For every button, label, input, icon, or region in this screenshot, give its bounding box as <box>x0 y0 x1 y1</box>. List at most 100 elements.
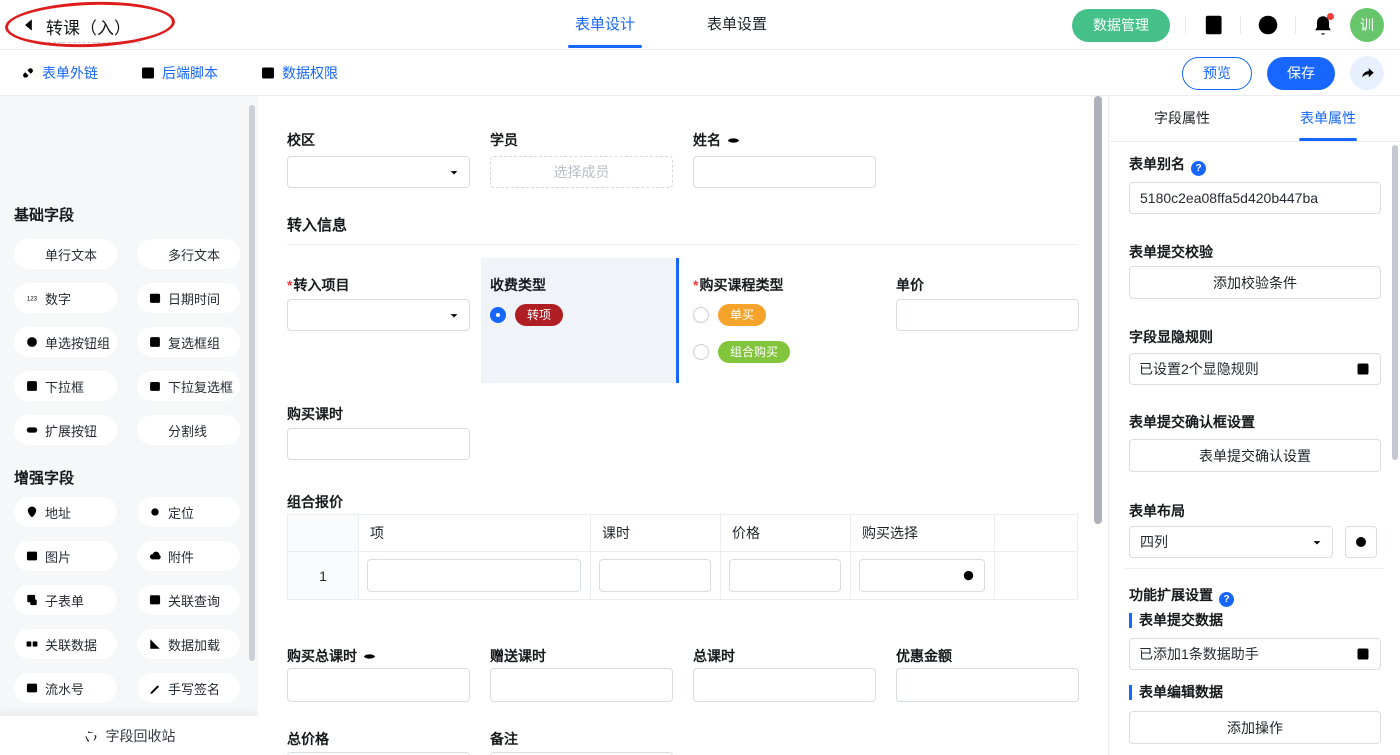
multi-select-icon <box>148 379 162 393</box>
field-item-multi-line-text[interactable]: 多行文本 <box>137 239 240 269</box>
field-recycle-bin[interactable]: 字段回收站 <box>0 716 258 755</box>
data-manage-button[interactable]: 数据管理 <box>1072 9 1170 42</box>
visibility-rules-label: 字段显隐规则 <box>1129 327 1213 347</box>
section-divider <box>287 244 1078 245</box>
field-item-extend-button[interactable]: 扩展按钮 <box>14 415 117 445</box>
field-item-label: 流水号 <box>45 679 84 698</box>
table-header-purchase-choice: 购买选择 <box>850 515 918 551</box>
field-item-single-line-text[interactable]: 单行文本 <box>14 239 117 269</box>
add-check-condition-button[interactable]: 添加校验条件 <box>1129 266 1381 299</box>
section-title-transfer-info: 转入信息 <box>287 214 347 235</box>
unit-price-input[interactable] <box>896 299 1079 331</box>
course-type-option-row[interactable]: 单买 <box>693 304 766 326</box>
back-icon[interactable] <box>20 16 38 34</box>
course-type-label: *购买课程类型 <box>693 275 783 295</box>
table-price-input[interactable] <box>729 559 841 592</box>
chevron-down-icon <box>1311 537 1323 549</box>
data-load-icon <box>148 637 162 651</box>
radio-unchecked[interactable] <box>693 307 709 323</box>
target-icon <box>961 568 976 583</box>
share-button[interactable] <box>1350 56 1384 90</box>
student-field-label: 学员 <box>490 130 518 150</box>
field-item-select[interactable]: 下拉框 <box>14 371 117 401</box>
field-item-attachment[interactable]: 附件 <box>137 541 240 571</box>
link-icon <box>20 65 36 81</box>
notification-bell[interactable] <box>1311 13 1335 37</box>
tab-field-properties[interactable]: 字段属性 <box>1109 96 1255 141</box>
contacts-book-icon[interactable] <box>1201 13 1225 37</box>
checkbox-group-icon <box>148 335 162 349</box>
avatar[interactable]: 训 <box>1350 8 1384 42</box>
extension-settings-label: 功能扩展设置? <box>1129 585 1234 607</box>
sidebar-scrollbar[interactable] <box>249 105 255 661</box>
discount-amount-input[interactable] <box>896 668 1079 702</box>
submit-confirm-settings-button[interactable]: 表单提交确认设置 <box>1129 439 1381 472</box>
visibility-rules-box[interactable]: 已设置2个显隐规则 <box>1129 353 1381 385</box>
canvas-scrollbar[interactable] <box>1094 96 1102 524</box>
field-item-number[interactable]: 数字 <box>14 283 117 313</box>
page-title[interactable]: 转课（入） <box>46 14 131 39</box>
radio-unchecked[interactable] <box>693 344 709 360</box>
edit-icon[interactable] <box>1355 361 1371 377</box>
tab-form-design[interactable]: 表单设计 <box>575 0 635 50</box>
form-external-link[interactable]: 表单外链 <box>20 63 98 83</box>
field-item-lookup[interactable]: 关联查询 <box>137 585 240 615</box>
field-item-datetime[interactable]: 日期时间 <box>137 283 240 313</box>
save-button[interactable]: 保存 <box>1267 57 1335 90</box>
form-layout-select[interactable]: 四列 <box>1129 526 1333 558</box>
fee-type-option-row[interactable]: 转项 <box>490 304 563 326</box>
number-icon <box>25 291 39 305</box>
edit-data-subheader: 表单编辑数据 <box>1129 685 1223 700</box>
course-type-option-row[interactable]: 组合购买 <box>693 341 790 363</box>
field-item-signature[interactable]: 手写签名 <box>137 673 240 703</box>
campus-select[interactable] <box>287 156 470 188</box>
field-item-linked-data[interactable]: 关联数据 <box>14 629 117 659</box>
field-item-label: 复选框组 <box>168 333 220 352</box>
fee-type-label: 收费类型 <box>490 275 546 295</box>
panel-scrollbar[interactable] <box>1392 145 1398 460</box>
table-hours-input[interactable] <box>599 559 711 592</box>
hidden-eye-icon <box>726 133 741 148</box>
help-icon[interactable]: ? <box>1219 592 1234 607</box>
transfer-project-select[interactable] <box>287 299 470 331</box>
submit-data-box[interactable]: 已添加1条数据助手 <box>1129 638 1381 670</box>
tab-form-settings[interactable]: 表单设置 <box>707 0 767 50</box>
sub-toolbar: 表单外链 后端脚本 数据权限 预览 保存 <box>0 50 1400 96</box>
table-purchase-choice-input[interactable] <box>859 559 985 592</box>
form-alias-input[interactable]: 5180c2ea08ffa5d420b447ba <box>1129 182 1381 214</box>
field-item-divider[interactable]: 分割线 <box>137 415 240 445</box>
preview-button[interactable]: 预览 <box>1182 57 1252 90</box>
help-icon[interactable]: ? <box>1191 161 1206 176</box>
edit-icon[interactable] <box>1355 646 1371 662</box>
data-permission-link[interactable]: 数据权限 <box>260 63 338 83</box>
field-item-serial-number[interactable]: 流水号 <box>14 673 117 703</box>
purchase-hours-label: 购买课时 <box>287 404 343 424</box>
field-item-radio-group[interactable]: 单选按钮组 <box>14 327 117 357</box>
recycle-icon <box>83 728 99 744</box>
layout-settings-button[interactable] <box>1345 526 1377 558</box>
table-item-input[interactable] <box>367 559 581 592</box>
backend-script-link[interactable]: 后端脚本 <box>140 63 218 83</box>
field-item-checkbox-group[interactable]: 复选框组 <box>137 327 240 357</box>
field-item-location[interactable]: 定位 <box>137 497 240 527</box>
radio-checked[interactable] <box>490 307 506 323</box>
add-action-button[interactable]: 添加操作 <box>1129 711 1381 744</box>
address-icon <box>25 505 39 519</box>
campus-field-label: 校区 <box>287 130 315 150</box>
gift-hours-input[interactable] <box>490 668 673 702</box>
total-hours-input[interactable] <box>693 668 876 702</box>
name-input[interactable] <box>693 156 876 188</box>
field-item-address[interactable]: 地址 <box>14 497 117 527</box>
tab-form-properties[interactable]: 表单属性 <box>1255 96 1400 141</box>
field-item-image[interactable]: 图片 <box>14 541 117 571</box>
field-item-multi-select[interactable]: 下拉复选框 <box>137 371 240 401</box>
student-member-picker[interactable]: 选择成员 <box>490 156 673 188</box>
field-item-label: 子表单 <box>45 591 84 610</box>
help-icon[interactable] <box>1256 13 1280 37</box>
lookup-icon <box>148 593 162 607</box>
total-purchase-hours-input[interactable] <box>287 668 470 702</box>
field-item-data-load[interactable]: 数据加载 <box>137 629 240 659</box>
purchase-hours-input[interactable] <box>287 428 470 460</box>
field-item-subform[interactable]: 子表单 <box>14 585 117 615</box>
form-layout-value: 四列 <box>1140 534 1168 550</box>
